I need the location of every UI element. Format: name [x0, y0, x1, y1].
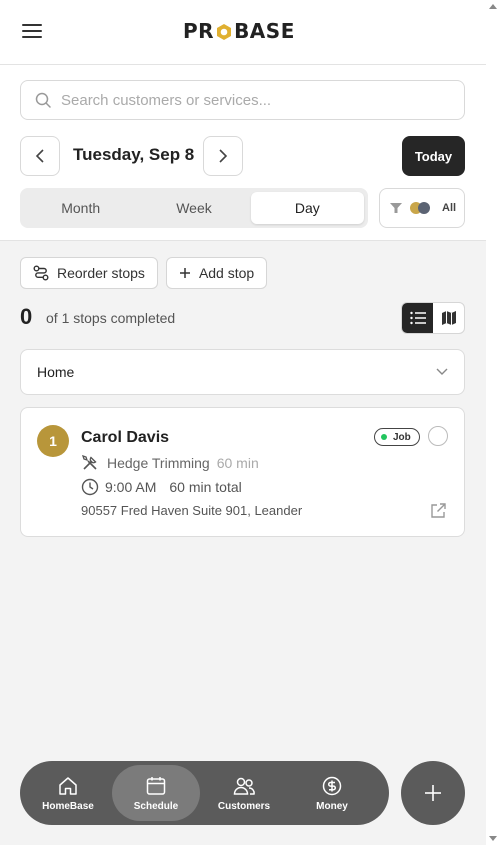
list-view-button[interactable]	[402, 303, 433, 333]
route-icon	[33, 265, 49, 281]
plus-icon	[179, 268, 190, 278]
status-dot	[381, 434, 387, 440]
nav-customers-label: Customers	[217, 800, 271, 812]
nav-homebase-label: HomeBase	[42, 800, 94, 812]
scroll-down-icon[interactable]	[489, 836, 497, 841]
stop-actions: Reorder stops Add stop	[20, 257, 268, 289]
tab-day[interactable]: Day	[250, 192, 364, 224]
filter-label: All	[442, 202, 457, 214]
clock-icon	[81, 478, 99, 496]
filter-dots-icon	[410, 202, 430, 214]
map-icon	[441, 311, 456, 325]
add-stop-button[interactable]: Add stop	[165, 257, 268, 289]
filter-button[interactable]: All	[379, 188, 465, 228]
job-badge: Job	[374, 428, 420, 446]
add-stop-label: Add stop	[198, 265, 255, 281]
home-icon	[59, 776, 77, 795]
menu-icon-line	[22, 24, 42, 26]
chevron-right-icon	[219, 149, 228, 163]
complete-stop-checkbox[interactable]	[428, 426, 448, 446]
chevron-left-icon	[35, 149, 44, 163]
nav-homebase[interactable]: HomeBase	[24, 765, 112, 821]
create-button[interactable]	[401, 761, 465, 825]
stop-total-duration: 60 min total	[169, 479, 242, 495]
schedule-controls: Tuesday, Sep 8 Today Month Week Day All	[0, 65, 486, 241]
users-icon	[233, 777, 255, 795]
list-icon	[409, 311, 426, 325]
probase-logo: PR BASE	[183, 19, 295, 43]
time-row: 9:00 AM 60 min total	[81, 478, 242, 496]
completed-label: of 1 stops completed	[46, 310, 176, 326]
app-root: PR BASE Tuesday, Sep 8	[0, 0, 486, 845]
stop-address: 90557 Fred Haven Suite 901, Leander	[81, 503, 303, 518]
previous-day-button[interactable]	[20, 136, 60, 176]
logo-text-right: BASE	[234, 19, 295, 43]
tab-week[interactable]: Week	[137, 192, 250, 224]
nav-money[interactable]: Money	[288, 765, 376, 821]
external-link-icon	[431, 503, 446, 518]
group-dropdown[interactable]: Home	[20, 349, 465, 395]
tab-month[interactable]: Month	[24, 192, 137, 224]
nav-schedule[interactable]: Schedule	[112, 765, 200, 821]
nav-schedule-label: Schedule	[133, 800, 179, 812]
service-name: Hedge Trimming	[107, 455, 210, 471]
next-day-button[interactable]	[203, 136, 243, 176]
stops-progress: 0 of 1 stops completed	[20, 302, 465, 334]
menu-button[interactable]	[22, 24, 42, 40]
job-badge-label: Job	[393, 431, 411, 443]
open-directions-button[interactable]	[429, 502, 447, 525]
date-navigation: Tuesday, Sep 8 Today	[20, 136, 465, 176]
dollar-icon	[322, 776, 342, 795]
logo-hex-icon	[215, 22, 233, 40]
search-input[interactable]	[61, 91, 441, 109]
stop-number-badge: 1	[37, 425, 69, 457]
filter-icon	[390, 203, 402, 213]
service-row: Hedge Trimming 60 min	[81, 454, 259, 472]
nav-money-label: Money	[316, 800, 348, 812]
chevron-down-icon	[436, 368, 448, 375]
reorder-stops-button[interactable]: Reorder stops	[20, 257, 158, 289]
scroll-up-icon[interactable]	[489, 4, 497, 9]
view-switcher: Month Week Day	[20, 188, 368, 228]
service-duration: 60 min	[216, 455, 259, 471]
search-box[interactable]	[20, 80, 465, 120]
menu-icon-line	[22, 36, 42, 38]
nav-customers[interactable]: Customers	[200, 765, 288, 821]
tools-icon	[81, 454, 97, 470]
stop-time: 9:00 AM	[105, 479, 157, 495]
search-icon	[35, 92, 51, 108]
reorder-stops-label: Reorder stops	[57, 265, 145, 281]
page-scrollbar[interactable]	[486, 0, 500, 845]
group-label: Home	[37, 364, 75, 380]
header: PR BASE	[0, 0, 486, 65]
today-button[interactable]: Today	[402, 136, 465, 176]
stop-card[interactable]: 1 Carol Davis Job Hedge Trimming 60 min …	[20, 407, 465, 537]
menu-icon-line	[22, 30, 42, 32]
customer-name[interactable]: Carol Davis	[81, 429, 169, 447]
plus-icon	[425, 785, 441, 801]
calendar-icon	[146, 776, 166, 795]
list-map-toggle	[401, 302, 465, 334]
bottom-navigation: HomeBase Schedule Customers Money	[20, 761, 389, 825]
logo-text-left: PR	[183, 19, 215, 43]
current-date: Tuesday, Sep 8	[73, 145, 195, 164]
completed-count: 0	[20, 304, 33, 329]
map-view-button[interactable]	[433, 303, 464, 333]
view-controls: Month Week Day All	[20, 188, 465, 228]
